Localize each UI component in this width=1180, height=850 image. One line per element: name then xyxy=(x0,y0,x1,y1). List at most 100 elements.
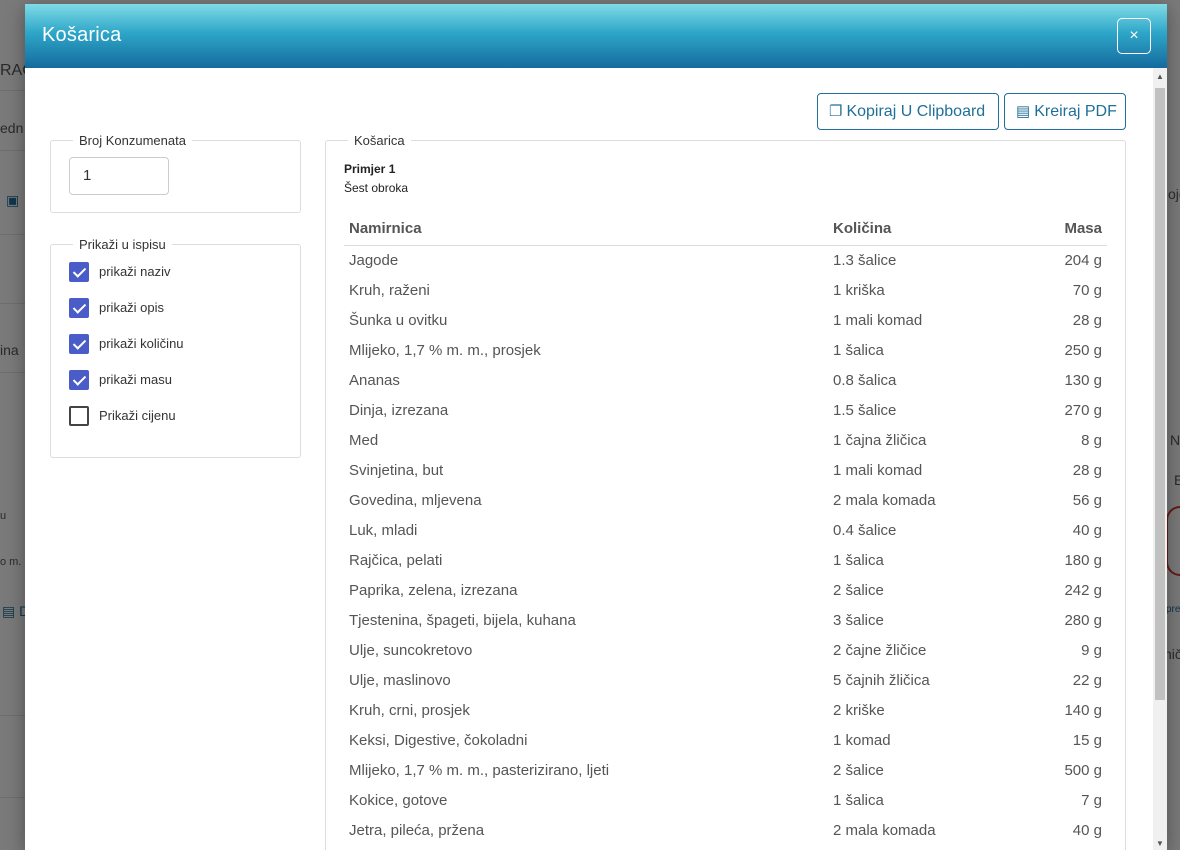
consumers-count-input[interactable]: 1 xyxy=(69,157,169,195)
food-cell: Med xyxy=(349,432,379,449)
scrollbar-thumb[interactable] xyxy=(1155,88,1165,700)
food-cell: Rajčica, pelati xyxy=(349,552,443,569)
checkbox-unchecked[interactable] xyxy=(69,406,89,426)
quantity-cell: 2 kriške xyxy=(833,702,885,719)
mass-cell: 204 g xyxy=(1064,252,1102,269)
mass-cell: 40 g xyxy=(1072,822,1102,839)
mass-cell: 28 g xyxy=(1072,312,1102,329)
quantity-cell: 5 čajnih žličica xyxy=(833,672,930,689)
quantity-cell: 2 mala komada xyxy=(833,492,936,509)
create-pdf-button[interactable]: ▤ Kreiraj PDF xyxy=(1004,93,1126,130)
food-cell: Kruh, raženi xyxy=(349,282,430,299)
modal-scrollbar[interactable]: ▲ ▼ xyxy=(1153,68,1167,850)
mass-cell: 250 g xyxy=(1064,342,1102,359)
quantity-cell: 2 mala komada xyxy=(833,822,936,839)
table-row: Dinja, izrezana 1.5 šalice 270 g xyxy=(344,396,1107,426)
scroll-down-arrow-icon[interactable]: ▼ xyxy=(1156,839,1164,848)
table-row: Paprika, zelena, izrezana 2 šalice 242 g xyxy=(344,576,1107,606)
show-option-label: prikaži količinu xyxy=(99,336,184,351)
basket-legend: Košarica xyxy=(354,133,405,148)
food-cell: Svinjetina, but xyxy=(349,462,444,479)
copy-button-label: Kopiraj U Clipboard xyxy=(846,103,986,120)
food-cell: Ulje, suncokretovo xyxy=(349,642,473,659)
mass-cell: 8 g xyxy=(1081,432,1102,449)
quantity-cell: 1 šalica xyxy=(833,792,884,809)
consumers-legend: Broj Konzumenata xyxy=(79,133,186,148)
table-row: Kruh, crni, prosjek 2 kriške 140 g xyxy=(344,696,1107,726)
modal-title: Košarica xyxy=(42,24,122,46)
table-row: Rajčica, pelati 1 šalica 180 g xyxy=(344,546,1107,576)
mass-cell: 9 g xyxy=(1081,642,1102,659)
mass-cell: 70 g xyxy=(1072,282,1102,299)
quantity-cell: 0.4 šalice xyxy=(833,522,897,539)
checkbox-checked[interactable] xyxy=(69,262,89,282)
mass-cell: 130 g xyxy=(1064,372,1102,389)
table-row: Ananas 0.8 šalica 130 g xyxy=(344,366,1107,396)
scroll-up-arrow-icon[interactable]: ▲ xyxy=(1156,72,1164,81)
table-row: Keksi, Digestive, čokoladni 1 komad 15 g xyxy=(344,726,1107,756)
close-button[interactable]: × xyxy=(1117,18,1151,54)
food-cell: Jagode xyxy=(349,252,399,269)
checkbox-checked[interactable] xyxy=(69,298,89,318)
food-cell: Mlijeko, 1,7 % m. m., pasterizirano, lje… xyxy=(349,762,610,779)
plan-description: Šest obroka xyxy=(344,181,409,195)
mass-cell: 40 g xyxy=(1072,522,1102,539)
column-header-mass: Masa xyxy=(1064,220,1102,237)
food-cell: Mlijeko, 1,7 % m. m., prosjek xyxy=(349,342,541,359)
quantity-cell: 1 kriška xyxy=(833,282,885,299)
table-row: Mlijeko, 1,7 % m. m., pasterizirano, lje… xyxy=(344,756,1107,786)
food-cell: Ulje, maslinovo xyxy=(349,672,451,689)
column-header-food: Namirnica xyxy=(349,220,422,237)
food-cell: Ananas xyxy=(349,372,400,389)
checkbox-checked[interactable] xyxy=(69,370,89,390)
modal-header: Košarica × xyxy=(25,4,1167,68)
mass-cell: 56 g xyxy=(1072,492,1102,509)
food-cell: Govedina, mljevena xyxy=(349,492,482,509)
checkbox-checked[interactable] xyxy=(69,334,89,354)
table-header: Namirnica Količina Masa xyxy=(344,212,1107,246)
table-row: Ulje, maslinovo 5 čajnih žličica 22 g xyxy=(344,666,1107,696)
mass-cell: 180 g xyxy=(1064,552,1102,569)
mass-cell: 15 g xyxy=(1072,732,1102,749)
mass-cell: 280 g xyxy=(1064,612,1102,629)
food-cell: Kokice, gotove xyxy=(349,792,448,809)
show-option-label: prikaži opis xyxy=(99,300,165,315)
table-row: Šunka u ovitku 1 mali komad 28 g xyxy=(344,306,1107,336)
quantity-cell: 1.3 šalice xyxy=(833,252,897,269)
quantity-cell: 1 šalica xyxy=(833,342,884,359)
food-cell: Šunka u ovitku xyxy=(349,312,448,329)
table-body: Jagode 1.3 šalice 204 g Kruh, raženi 1 krišk… xyxy=(344,246,1107,846)
pdf-button-label: Kreiraj PDF xyxy=(1034,103,1117,120)
quantity-cell: 1 komad xyxy=(833,732,891,749)
food-cell: Luk, mladi xyxy=(349,522,418,539)
copy-icon: ❐ xyxy=(829,103,843,120)
table-row: Govedina, mljevena 2 mala komada 56 g xyxy=(344,486,1107,516)
file-pdf-icon: ▤ xyxy=(1016,103,1031,120)
table-row: Tjestenina, špageti, bijela, kuhana 3 šal… xyxy=(344,606,1107,636)
show-option-label: prikaži naziv xyxy=(99,264,171,279)
table-row: Kokice, gotove 1 šalica 7 g xyxy=(344,786,1107,816)
food-cell: Keksi, Digestive, čokoladni xyxy=(349,732,528,749)
quantity-cell: 1.5 šalice xyxy=(833,402,897,419)
table-row: Ulje, suncokretovo 2 čajne žličice 9 g xyxy=(344,636,1107,666)
mass-cell: 140 g xyxy=(1064,702,1102,719)
quantity-cell: 2 šalice xyxy=(833,582,884,599)
table-row: Kruh, raženi 1 kriška 70 g xyxy=(344,276,1107,306)
quantity-cell: 1 mali komad xyxy=(833,312,923,329)
quantity-cell: 1 čajna žličica xyxy=(833,432,927,449)
modal-body: ❐ Kopiraj U Clipboard ▤ Kreiraj PDF Broj K… xyxy=(25,68,1153,850)
table-row: Luk, mladi 0.4 šalice 40 g xyxy=(344,516,1107,546)
table-row: Med 1 čajna žličica 8 g xyxy=(344,426,1107,456)
table-row: Jagode 1.3 šalice 204 g xyxy=(344,246,1107,276)
mass-cell: 500 g xyxy=(1064,762,1102,779)
quantity-cell: 3 šalice xyxy=(833,612,884,629)
plan-name: Primjer 1 xyxy=(344,162,396,176)
basket-modal: Košarica × ❐ Kopiraj U Clipboard ▤ Kreiraj… xyxy=(25,4,1167,850)
food-cell: Dinja, izrezana xyxy=(349,402,449,419)
copy-to-clipboard-button[interactable]: ❐ Kopiraj U Clipboard xyxy=(817,93,999,130)
food-cell: Jetra, pileća, pržena xyxy=(349,822,485,839)
show-option-label: Prikaži cijenu xyxy=(99,408,176,423)
table-row: Svinjetina, but 1 mali komad 28 g xyxy=(344,456,1107,486)
quantity-cell: 0.8 šalica xyxy=(833,372,897,389)
quantity-cell: 2 čajne žličice xyxy=(833,642,927,659)
